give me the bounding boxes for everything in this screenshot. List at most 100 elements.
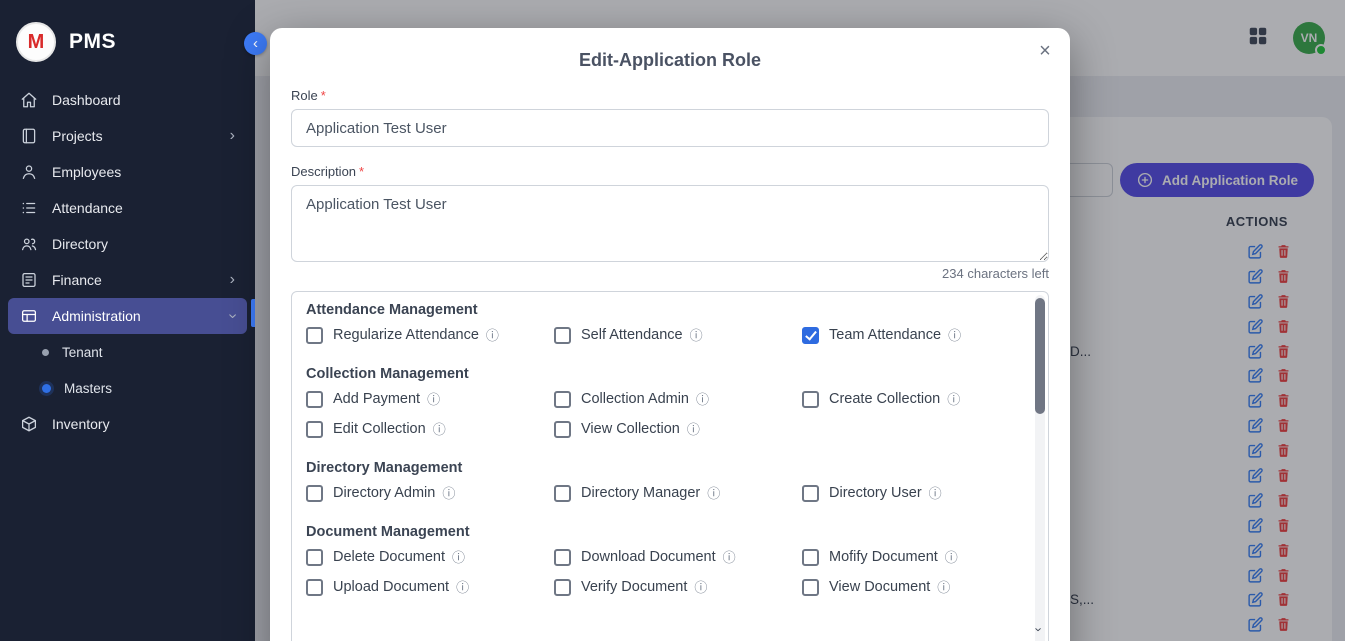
- permission-view-collection[interactable]: View Collection ⓘ: [554, 414, 802, 444]
- sidebar-item-administration[interactable]: Administration ›: [8, 298, 247, 334]
- description-input[interactable]: Application Test User: [291, 185, 1049, 262]
- permission-group-title: Document Management: [306, 524, 1010, 540]
- permission-group: Collection Management Add Payment ⓘ Coll…: [306, 366, 1010, 444]
- sidebar-item-label: Administration: [52, 308, 141, 324]
- sidebar-subitem-masters[interactable]: Masters: [0, 370, 255, 406]
- sidebar-subitem-tenant[interactable]: Tenant: [0, 334, 255, 370]
- permission-delete-document[interactable]: Delete Document ⓘ: [306, 542, 554, 572]
- sidebar: M PMS Dashboard Projects › Employees Att…: [0, 0, 255, 641]
- checkbox-icon[interactable]: [306, 421, 323, 438]
- permission-group-title: Collection Management: [306, 366, 1010, 382]
- checkbox-icon[interactable]: [802, 485, 819, 502]
- app-logo-icon: M: [16, 22, 56, 62]
- active-bullet-icon: [42, 384, 51, 393]
- description-label: Description*: [291, 164, 1049, 179]
- sidebar-item-label: Attendance: [52, 200, 123, 216]
- app-root: M PMS Dashboard Projects › Employees Att…: [0, 0, 1345, 641]
- permission-group-title: Directory Management: [306, 460, 1010, 476]
- sidebar-subitem-label: Tenant: [62, 345, 103, 360]
- sidebar-item-directory[interactable]: Directory: [8, 226, 247, 262]
- sidebar-item-employees[interactable]: Employees: [8, 154, 247, 190]
- chevron-down-icon: ›: [224, 313, 240, 318]
- sidebar-subitem-label: Masters: [64, 381, 112, 396]
- sidebar-item-projects[interactable]: Projects ›: [8, 118, 247, 154]
- checkbox-icon[interactable]: [306, 327, 323, 344]
- edit-application-role-dialog: Edit-Application Role × Role* Descriptio…: [270, 28, 1070, 641]
- checkbox-icon[interactable]: [802, 579, 819, 596]
- checkbox-icon[interactable]: [554, 485, 571, 502]
- scrollbar-thumb[interactable]: [1035, 298, 1045, 414]
- checkbox-icon[interactable]: [306, 549, 323, 566]
- info-icon[interactable]: ⓘ: [486, 329, 499, 342]
- sidebar-item-label: Inventory: [52, 416, 110, 432]
- permission-group: Document Management Delete Document ⓘ Do…: [306, 524, 1010, 602]
- permission-regularize-attendance[interactable]: Regularize Attendance ⓘ: [306, 320, 554, 350]
- checkbox-icon[interactable]: [306, 391, 323, 408]
- permission-mofify-document[interactable]: Mofify Document ⓘ: [802, 542, 1010, 572]
- checkbox-icon[interactable]: [306, 485, 323, 502]
- sidebar-item-label: Finance: [52, 272, 102, 288]
- checkbox-icon[interactable]: [554, 421, 571, 438]
- checkbox-icon[interactable]: [554, 391, 571, 408]
- permission-directory-user[interactable]: Directory User ⓘ: [802, 478, 1010, 508]
- checkbox-icon[interactable]: [554, 579, 571, 596]
- sidebar-item-finance[interactable]: Finance ›: [8, 262, 247, 298]
- sidebar-collapse-button[interactable]: ‹: [244, 32, 267, 55]
- info-icon[interactable]: ⓘ: [948, 329, 961, 342]
- checkbox-icon[interactable]: [306, 579, 323, 596]
- sidebar-item-label: Projects: [52, 128, 103, 144]
- info-icon[interactable]: ⓘ: [947, 393, 960, 406]
- permission-directory-admin[interactable]: Directory Admin ⓘ: [306, 478, 554, 508]
- permission-collection-admin[interactable]: Collection Admin ⓘ: [554, 384, 802, 414]
- sidebar-item-label: Dashboard: [52, 92, 121, 108]
- required-mark: *: [321, 88, 326, 103]
- sidebar-item-inventory[interactable]: Inventory: [8, 406, 247, 442]
- info-icon[interactable]: ⓘ: [427, 393, 440, 406]
- info-icon[interactable]: ⓘ: [707, 487, 720, 500]
- info-icon[interactable]: ⓘ: [442, 487, 455, 500]
- checkbox-icon[interactable]: [554, 549, 571, 566]
- brand: M PMS: [0, 0, 255, 82]
- checked-checkbox-icon[interactable]: [802, 327, 819, 344]
- info-icon[interactable]: ⓘ: [696, 393, 709, 406]
- permission-edit-collection[interactable]: Edit Collection ⓘ: [306, 414, 554, 444]
- close-icon[interactable]: ×: [1030, 36, 1060, 66]
- info-icon[interactable]: ⓘ: [723, 551, 736, 564]
- info-icon[interactable]: ⓘ: [694, 581, 707, 594]
- permission-directory-manager[interactable]: Directory Manager ⓘ: [554, 478, 802, 508]
- projects-icon: [20, 127, 38, 145]
- administration-icon: [20, 307, 38, 325]
- info-icon[interactable]: ⓘ: [456, 581, 469, 594]
- sidebar-nav: Dashboard Projects › Employees Attendanc…: [0, 82, 255, 442]
- finance-icon: [20, 271, 38, 289]
- bullet-icon: [42, 349, 49, 356]
- char-counter: 234 characters left: [291, 266, 1049, 281]
- permission-create-collection[interactable]: Create Collection ⓘ: [802, 384, 1010, 414]
- permission-group-title: Attendance Management: [306, 302, 1010, 318]
- info-icon[interactable]: ⓘ: [433, 423, 446, 436]
- info-icon[interactable]: ⓘ: [687, 423, 700, 436]
- info-icon[interactable]: ⓘ: [690, 329, 703, 342]
- sidebar-item-dashboard[interactable]: Dashboard: [8, 82, 247, 118]
- checkbox-icon[interactable]: [802, 549, 819, 566]
- permissions-panel: Attendance Management Regularize Attenda…: [291, 291, 1049, 641]
- permission-add-payment[interactable]: Add Payment ⓘ: [306, 384, 554, 414]
- permission-verify-document[interactable]: Verify Document ⓘ: [554, 572, 802, 602]
- info-icon[interactable]: ⓘ: [929, 487, 942, 500]
- dialog-title: Edit-Application Role: [291, 50, 1049, 71]
- required-mark: *: [359, 164, 364, 179]
- permission-team-attendance[interactable]: Team Attendance ⓘ: [802, 320, 1010, 350]
- permission-group: Directory Management Directory Admin ⓘ D…: [306, 460, 1010, 508]
- permission-self-attendance[interactable]: Self Attendance ⓘ: [554, 320, 802, 350]
- checkbox-icon[interactable]: [554, 327, 571, 344]
- permission-view-document[interactable]: View Document ⓘ: [802, 572, 1010, 602]
- permission-download-document[interactable]: Download Document ⓘ: [554, 542, 802, 572]
- role-input[interactable]: [291, 109, 1049, 147]
- checkbox-icon[interactable]: [802, 391, 819, 408]
- info-icon[interactable]: ⓘ: [937, 581, 950, 594]
- permission-upload-document[interactable]: Upload Document ⓘ: [306, 572, 554, 602]
- info-icon[interactable]: ⓘ: [945, 551, 958, 564]
- scroll-down-icon[interactable]: ›: [1032, 624, 1047, 636]
- sidebar-item-attendance[interactable]: Attendance: [8, 190, 247, 226]
- info-icon[interactable]: ⓘ: [452, 551, 465, 564]
